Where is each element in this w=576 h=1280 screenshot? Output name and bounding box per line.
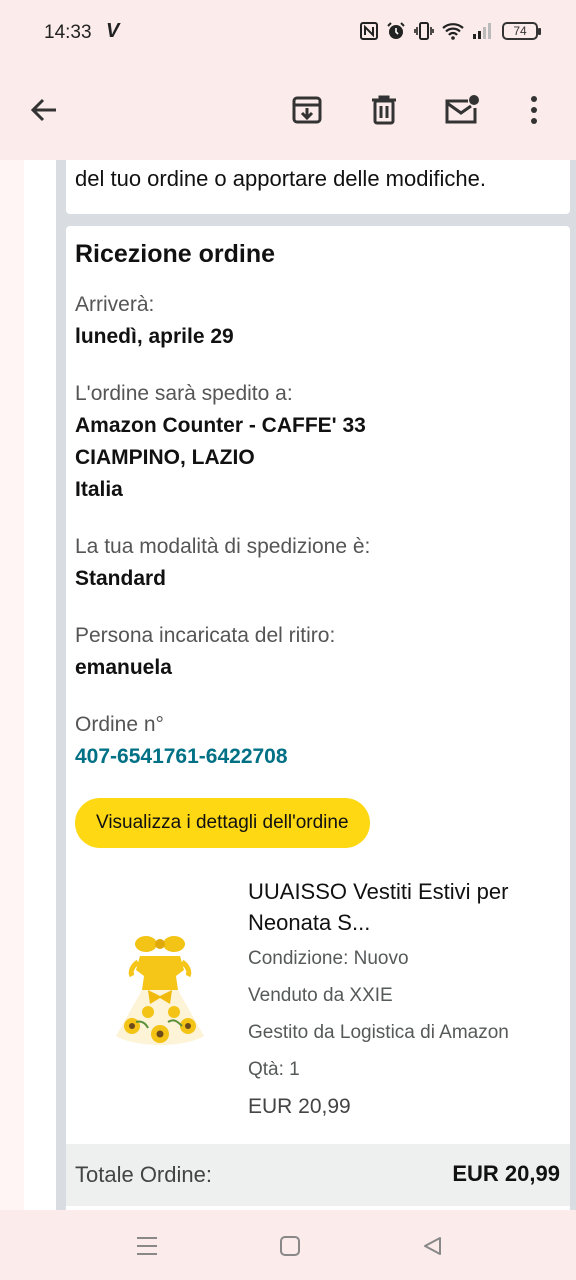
order-number-label: Ordine n°	[75, 713, 164, 736]
order-total-row: Totale Ordine: EUR 20,99	[66, 1144, 570, 1206]
shipping-line-3: Italia	[75, 478, 123, 501]
signal-icon	[473, 23, 491, 39]
method-value: Standard	[75, 567, 167, 590]
archive-icon	[292, 96, 322, 124]
more-options-button[interactable]	[512, 88, 556, 132]
recents-button[interactable]	[133, 1232, 161, 1260]
status-icons: 74	[360, 21, 541, 41]
order-total-label: Totale Ordine:	[75, 1162, 212, 1187]
status-bar: 14:33 V 74	[0, 0, 576, 66]
back-button[interactable]	[22, 88, 66, 132]
system-nav-bar	[0, 1210, 576, 1280]
wifi-icon	[442, 23, 464, 40]
home-button[interactable]	[276, 1232, 304, 1260]
product-title-line-2: Neonata S...	[248, 910, 371, 935]
email-content[interactable]: del tuo ordine o apportare delle modific…	[0, 160, 576, 1210]
battery-indicator: 74	[502, 22, 541, 40]
delete-icon	[372, 95, 396, 125]
arrival-label: Arriverà:	[75, 293, 155, 316]
product-image[interactable]	[102, 926, 218, 1066]
vibrate-icon	[414, 22, 434, 40]
order-number-link[interactable]: 407-6541761-6422708	[75, 745, 288, 769]
shipping-line-1: Amazon Counter - CAFFE' 33	[75, 414, 366, 437]
method-label: La tua modalità di spedizione è:	[75, 535, 371, 558]
product-fulfillment: Gestito da Logistica di Amazon	[248, 1022, 509, 1043]
order-total-value: EUR 20,99	[452, 1161, 560, 1186]
home-square-icon	[280, 1236, 300, 1256]
back-nav-button[interactable]	[418, 1232, 446, 1260]
product-quantity: Qtà: 1	[248, 1059, 300, 1080]
intro-text: del tuo ordine o apportare delle modific…	[75, 166, 486, 191]
shipping-label: L'ordine sarà spedito a:	[75, 382, 293, 405]
carrier-logo: V	[106, 20, 120, 42]
product-seller: Venduto da XXIE	[248, 985, 393, 1006]
arrival-date: lunedì, aprile 29	[75, 325, 234, 348]
app-bar	[0, 66, 576, 160]
mark-unread-button[interactable]	[439, 88, 483, 132]
pickup-person: emanuela	[75, 656, 172, 679]
mark-unread-icon	[445, 95, 479, 124]
nfc-icon	[360, 22, 378, 40]
back-arrow-icon	[30, 98, 56, 122]
alarm-icon	[387, 22, 405, 39]
back-triangle-icon	[424, 1237, 441, 1255]
order-card: Ricezione ordine Arriverà: lunedì, april…	[66, 226, 570, 1210]
intro-card: del tuo ordine o apportare delle modific…	[66, 160, 570, 214]
pickup-label: Persona incaricata del ritiro:	[75, 624, 336, 647]
recents-menu-icon	[137, 1237, 157, 1255]
product-title-link[interactable]: UUAISSO Vestiti Estivi per Neonata S...	[248, 876, 558, 938]
product-price: EUR 20,99	[248, 1095, 351, 1118]
delete-button[interactable]	[362, 88, 406, 132]
section-title: Ricezione ordine	[75, 240, 276, 268]
status-time: 14:33	[44, 22, 92, 43]
more-vert-icon	[531, 96, 537, 124]
product-title-line-1: UUAISSO Vestiti Estivi per	[248, 879, 509, 904]
archive-button[interactable]	[285, 88, 329, 132]
product-condition: Condizione: Nuovo	[248, 948, 409, 969]
shipping-line-2: CIAMPINO, LAZIO	[75, 446, 255, 469]
top-region: 14:33 V 74	[0, 0, 576, 160]
view-order-details-button[interactable]: Visualizza i dettagli dell'ordine	[75, 798, 370, 848]
